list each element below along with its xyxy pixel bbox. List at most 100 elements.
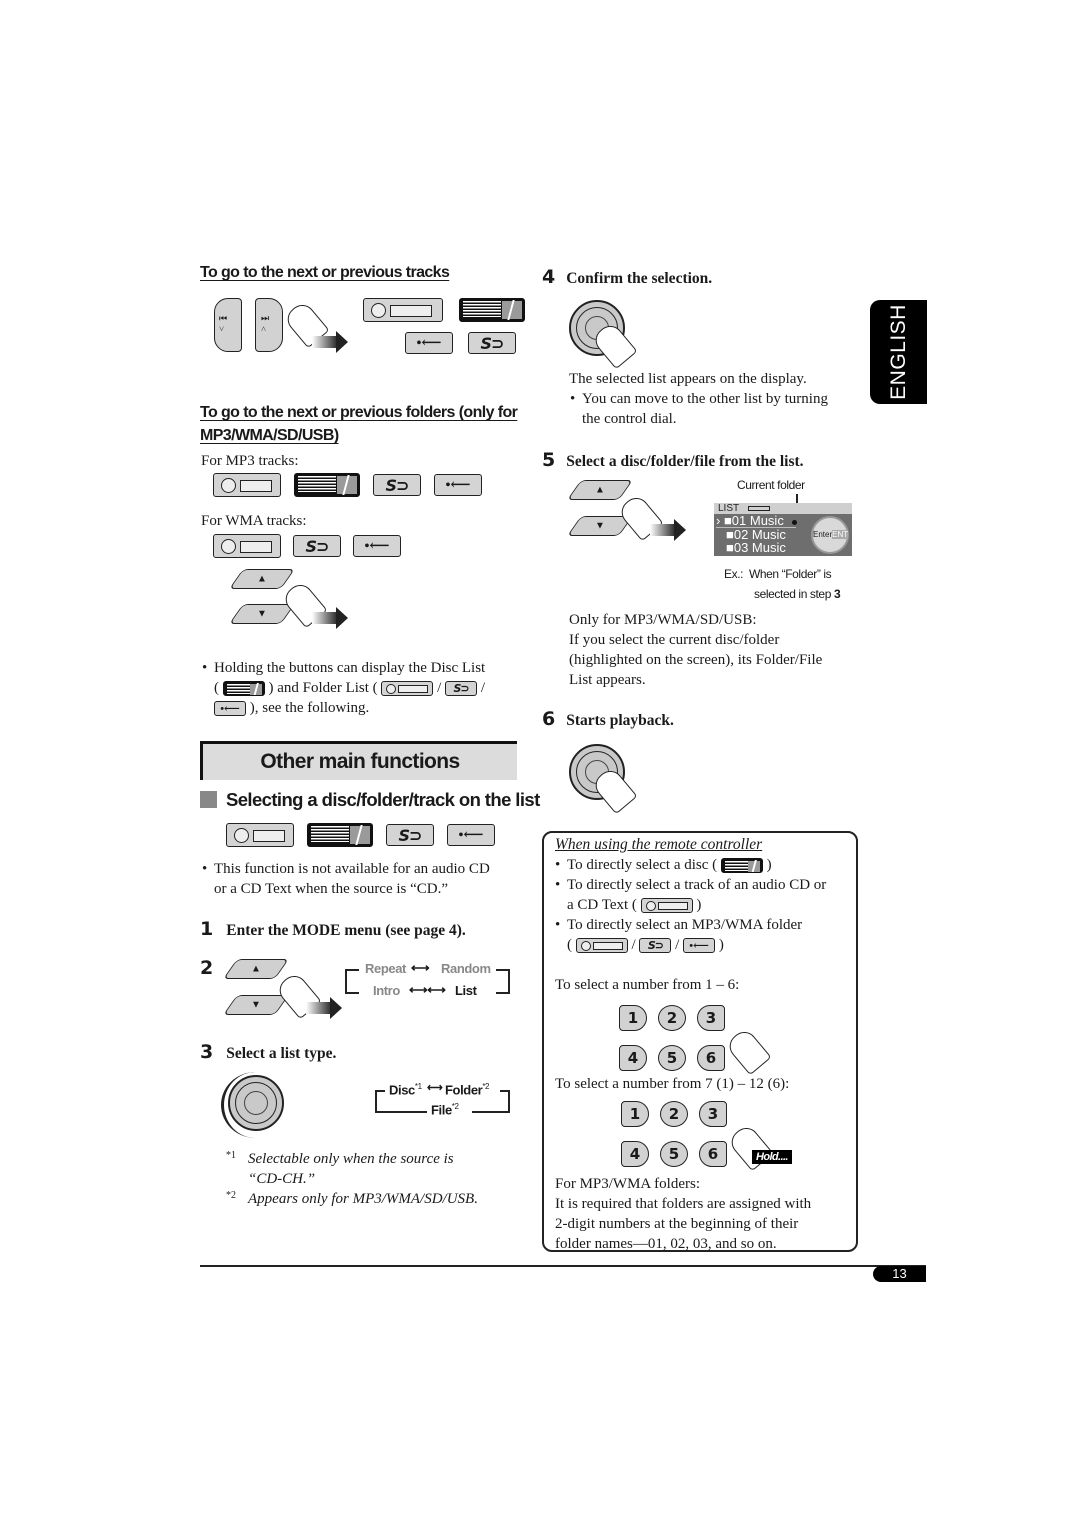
current-folder-dot [792, 520, 797, 525]
up-button: ▲ [228, 569, 296, 589]
display-caption: Ex.: When “Folder” is selected in step 3 [724, 567, 841, 601]
number-key-4: 4 [621, 1141, 649, 1167]
cd-source-icon [213, 534, 281, 558]
number-key-5: 5 [660, 1141, 688, 1167]
step-3: 3 Select a list type. [200, 1041, 337, 1063]
number-key-2: 2 [658, 1005, 686, 1031]
prev-track-button: ⏮ ˅ [214, 298, 242, 352]
wma-tracks-label: For WMA tracks: [201, 513, 307, 529]
remote-controller-box: When using the remote controller To dire… [542, 831, 858, 1252]
number-key-3: 3 [699, 1101, 727, 1127]
cd-changer-source-icon [294, 473, 360, 497]
step-2-number: 2 [200, 957, 214, 979]
step-1: 1 Enter the MODE menu (see page 4). [200, 918, 466, 940]
number-key-4: 4 [619, 1045, 647, 1071]
footnotes: *1 Selectable only when the source is “C… [226, 1149, 526, 1209]
mp3-tracks-label: For MP3 tracks: [201, 453, 299, 469]
disc-list-icon [720, 858, 763, 874]
cd-source-icon [363, 298, 443, 322]
disc-list-icon [222, 681, 265, 697]
next-track-button: ⏭ ˄ [255, 298, 283, 352]
list-item-selected: › ■01 Music [716, 514, 796, 528]
subsection-title: Selecting a disc/folder/track on the lis… [226, 789, 540, 810]
language-tab-label: ENGLISH [886, 304, 910, 400]
arrow-right-icon [312, 607, 348, 629]
remote-bullets: To directly select a disc ( ) To directl… [555, 855, 857, 955]
current-folder-callout: Current folder [737, 478, 805, 492]
list-flow-diagram: Disc*1 ⟷ Folder*2 File*2 [375, 1082, 510, 1118]
mode-repeat: Repeat [365, 961, 406, 976]
down-triangle-icon: ▼ [257, 608, 267, 620]
step-5: 5 Select a disc/folder/file from the lis… [542, 449, 804, 471]
step-4-bullet: You can move to the other list by turnin… [570, 389, 862, 429]
sd-source-icon: S⊃ [293, 535, 341, 557]
step-4: 4 Confirm the selection. [542, 266, 713, 288]
sd-source-icon: S⊃ [373, 474, 421, 496]
usb-source-icon: •⟵ [353, 535, 401, 557]
finger-press-icon [726, 1122, 774, 1172]
number-key-2: 2 [660, 1101, 688, 1127]
sd-source-icon: S⊃ [386, 824, 434, 846]
cd-source-icon [226, 823, 294, 847]
footnote-2: *2 Appears only for MP3/WMA/SD/USB. [226, 1190, 478, 1207]
number-key-6: 6 [699, 1141, 727, 1167]
sd-source-icon: S⊃ [639, 938, 672, 954]
number-key-5: 5 [658, 1045, 686, 1071]
not-available-note: This function is not available for an au… [202, 859, 534, 899]
mode-flow-diagram: Repeat ⟷ Random Intro ⟷⟷ List [345, 960, 510, 999]
up-triangle-icon: ▲ [251, 963, 261, 975]
language-tab: ENGLISH [870, 300, 927, 404]
next-track-icon: ⏭ ˄ [261, 313, 270, 334]
mode-intro: Intro [373, 983, 400, 998]
list-type-file: File*2 [431, 1102, 459, 1118]
down-button: ▼ [228, 604, 296, 624]
number-key-3: 3 [697, 1005, 725, 1031]
next-prev-folders-heading: To go to the next or previous folders (o… [200, 404, 518, 444]
footer-rule [200, 1265, 926, 1267]
number-key-1: 1 [619, 1005, 647, 1031]
subsection-marker [200, 791, 217, 808]
range2-label: To select a number from 7 (1) – 12 (6): [555, 1076, 790, 1092]
usb-source-icon: •⟵ [405, 332, 453, 354]
cd-changer-source-icon [459, 298, 525, 322]
holding-buttons-note: Holding the buttons can display the Disc… [202, 658, 534, 718]
arrow-right-icon [306, 997, 342, 1019]
wma-source-icons: S⊃ •⟵ [213, 534, 401, 558]
number-key-1: 1 [621, 1101, 649, 1127]
step-5-note: Only for MP3/WMA/SD/USB: If you select t… [569, 612, 823, 688]
footnote-1: *1 Selectable only when the source is “C… [226, 1150, 454, 1187]
hold-label: Hold.... [752, 1150, 792, 1164]
sd-source-icon: S⊃ [445, 681, 478, 697]
list-type-folder: Folder*2 [445, 1082, 490, 1098]
prev-track-icon: ⏮ ˅ [219, 313, 228, 334]
cd-source-icon [640, 898, 693, 914]
range1-label: To select a number from 1 – 6: [555, 977, 740, 993]
list-type-disc: Disc*1 [389, 1082, 422, 1098]
finger-press-icon [724, 1026, 772, 1076]
mode-list: List [455, 983, 477, 998]
usb-source-icon: •⟵ [434, 474, 482, 496]
step-4-text: The selected list appears on the display… [569, 371, 807, 387]
usb-source-icon: •⟵ [214, 701, 246, 717]
up-triangle-icon: ▲ [595, 484, 605, 496]
source-icons-tracks [363, 298, 525, 322]
up-button: ▲ [222, 959, 290, 979]
mode-random: Random [441, 961, 491, 976]
page-number: 13 [873, 1266, 926, 1282]
flow-arrow-icon: ⟷⟷ [409, 982, 446, 997]
step-6: 6 Starts playback. [542, 708, 674, 730]
up-triangle-icon: ▲ [257, 573, 267, 585]
cd-source-icon [381, 681, 434, 697]
section-banner: Other main functions [200, 741, 517, 780]
flow-arrow-icon: ⟷ [427, 1082, 443, 1094]
usb-source-icon: •⟵ [447, 824, 495, 846]
list-display: LIST › ■01 Music ■02 Music ■03 Music Ent… [714, 503, 852, 556]
down-triangle-icon: ▼ [251, 999, 261, 1011]
enter-dial-icon: EnterENT [811, 516, 849, 554]
source-icons-tracks-row2: •⟵ S⊃ [405, 332, 516, 354]
arrow-right-icon [312, 331, 348, 353]
sd-source-icon: S⊃ [468, 332, 516, 354]
section-title: Other main functions [260, 750, 460, 773]
cd-changer-source-icon [307, 823, 373, 847]
folders-note: For MP3/WMA folders: It is required that… [555, 1176, 812, 1252]
